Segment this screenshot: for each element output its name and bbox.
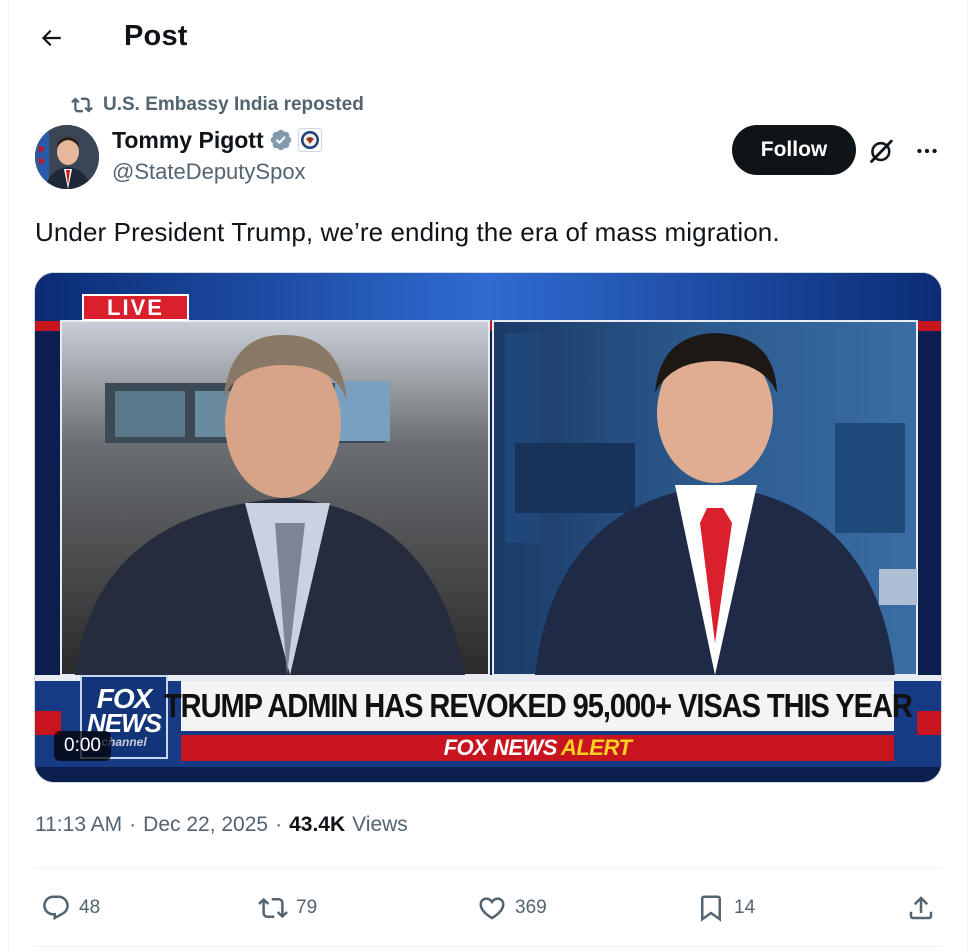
post-text: Under President Trump, we’re ending the … xyxy=(35,217,780,247)
meta-separator: · xyxy=(275,813,283,836)
follow-button[interactable]: Follow xyxy=(732,125,856,175)
avatar-image xyxy=(35,125,99,189)
share-button[interactable] xyxy=(906,892,936,924)
grok-icon xyxy=(870,139,893,163)
video-time-badge: 0:00 xyxy=(54,731,111,761)
repost-label: U.S. Embassy India reposted xyxy=(103,94,364,115)
repost-icon xyxy=(71,97,93,113)
arrow-left-icon xyxy=(41,29,61,47)
post-date[interactable]: Dec 22, 2025 xyxy=(143,813,268,837)
meta-separator: · xyxy=(129,813,137,836)
bookmark-count: 14 xyxy=(734,897,756,918)
post-time[interactable]: 11:13 AM xyxy=(35,813,122,837)
news-chyron: TRUMP ADMIN HAS REVOKED 95,000+ VISAS TH… xyxy=(164,681,912,731)
like-button[interactable]: 369 xyxy=(477,892,547,924)
views-label: Views xyxy=(352,813,408,836)
divider xyxy=(33,946,943,947)
heart-icon xyxy=(479,897,505,920)
live-badge: LIVE xyxy=(82,294,189,321)
avatar[interactable] xyxy=(35,125,99,189)
grok-button[interactable] xyxy=(866,135,898,167)
more-dots-icon xyxy=(917,148,937,154)
reply-icon xyxy=(43,895,69,921)
more-options-button[interactable] xyxy=(909,135,945,167)
author-handle[interactable]: @StateDeputySpox xyxy=(112,159,306,185)
repost-icon xyxy=(258,897,288,919)
bookmark-button[interactable]: 14 xyxy=(696,892,755,924)
views-count: 43.4K xyxy=(289,813,346,836)
verified-badge-icon xyxy=(270,129,291,151)
reply-button[interactable]: 48 xyxy=(41,892,100,924)
post-meta: 11:13 AM · Dec 22, 2025 · 43.4K Views xyxy=(35,813,408,837)
repost-button[interactable]: 79 xyxy=(258,892,317,924)
video-player[interactable]: LIVE FOX NEWS channel TRUMP ADMIN HAS RE… xyxy=(34,272,942,783)
bookmark-icon xyxy=(701,895,721,922)
author-name[interactable]: Tommy Pigott xyxy=(112,127,264,154)
page-header: Post xyxy=(9,0,969,75)
back-button[interactable] xyxy=(31,18,71,58)
divider xyxy=(33,868,943,869)
share-icon xyxy=(909,896,933,920)
news-alert-bar: FOX NEWS ALERT xyxy=(181,735,894,761)
repost-context[interactable]: U.S. Embassy India reposted xyxy=(71,93,364,117)
government-seal-icon xyxy=(297,128,322,152)
repost-count: 79 xyxy=(296,897,318,918)
page-title: Post xyxy=(124,20,188,52)
alert-word: ALERT xyxy=(560,735,632,760)
reply-count: 48 xyxy=(79,897,101,918)
post-page: Post U.S. Embassy India reposted Tommy P… xyxy=(8,0,968,952)
author-name-row[interactable]: Tommy Pigott xyxy=(112,125,322,155)
alert-brand: FOX NEWS xyxy=(443,735,558,760)
chyron-text: TRUMP ADMIN HAS REVOKED 95,000+ VISAS TH… xyxy=(163,687,913,724)
action-bar: 48 79 369 14 xyxy=(33,880,945,936)
like-count: 369 xyxy=(515,897,547,918)
